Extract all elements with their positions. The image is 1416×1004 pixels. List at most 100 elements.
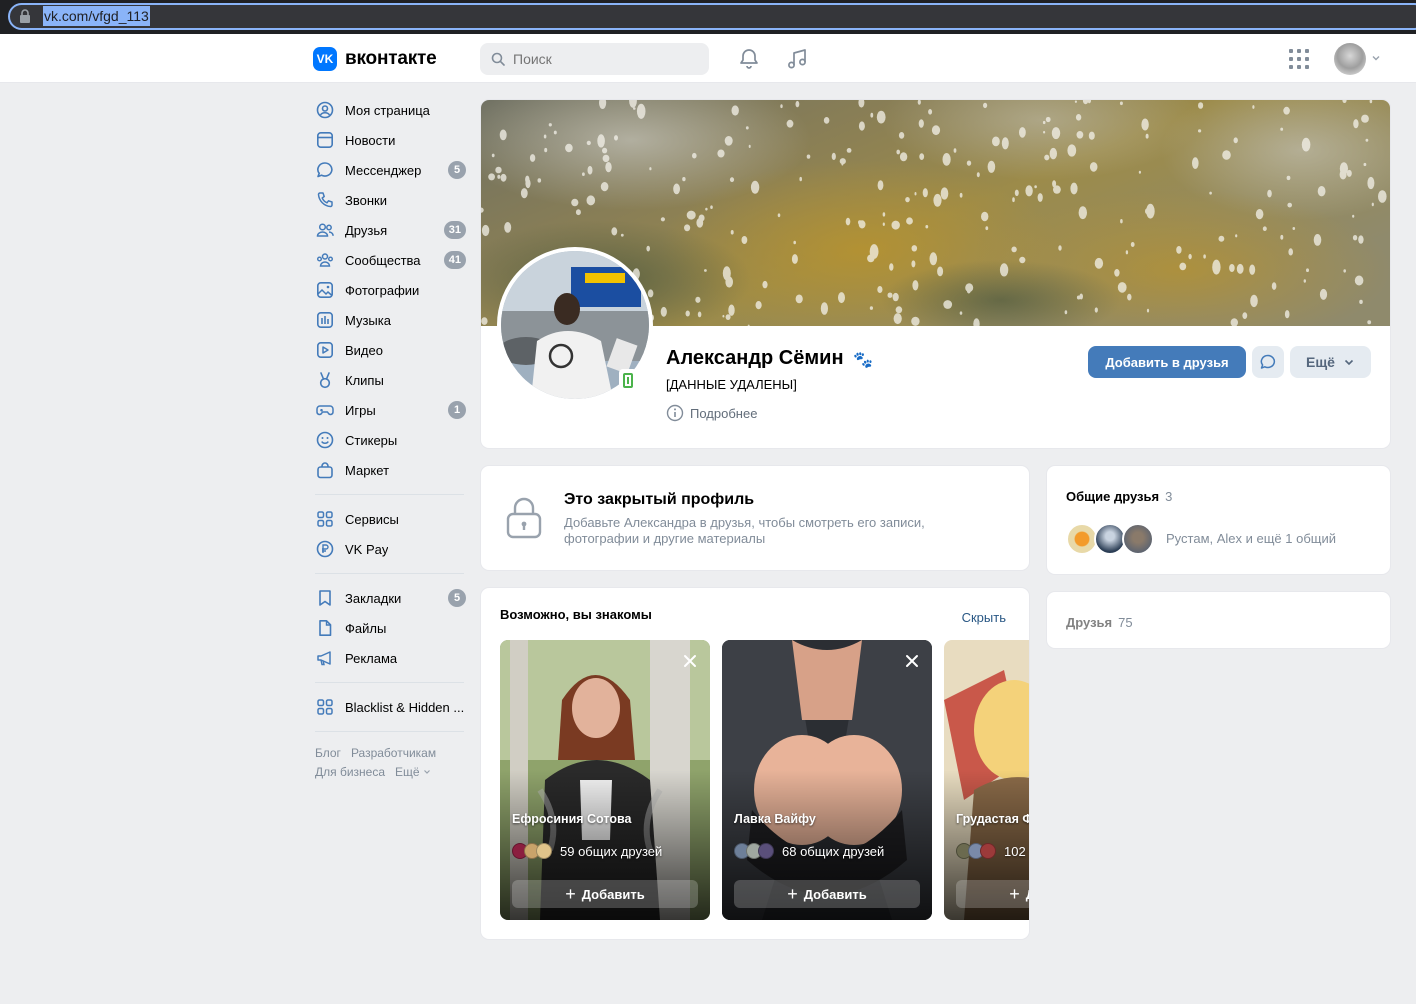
raindrop — [725, 276, 733, 288]
raindrop — [1127, 293, 1132, 301]
add-friend-button[interactable]: Добавить в друзья — [1088, 346, 1246, 378]
raindrop — [1145, 133, 1149, 139]
friends-title: Друзья — [1066, 615, 1113, 630]
suggestion-card[interactable]: Лавка Вайфу 68 общих друзей + Добавить — [722, 640, 932, 920]
phone-icon — [315, 190, 335, 210]
services-icon — [315, 697, 335, 717]
nav-label: Новости — [345, 132, 396, 148]
raindrop — [499, 129, 507, 141]
nav-item-news[interactable]: Новости — [313, 125, 473, 155]
raindrop — [705, 207, 708, 211]
raindrop — [548, 123, 552, 127]
nav-item-calls[interactable]: Звонки — [313, 185, 473, 215]
add-label: Добавить — [1026, 887, 1029, 902]
suggestion-name[interactable]: Ефросиния Сотова — [512, 812, 631, 826]
footer-link-business[interactable]: Для бизнеса — [315, 765, 385, 779]
user-avatar[interactable] — [1334, 43, 1366, 75]
message-button[interactable] — [1252, 346, 1284, 378]
nav-item-messenger[interactable]: Мессенджер 5 — [313, 155, 473, 185]
nav-item-bookmarks[interactable]: Закладки 5 — [313, 583, 473, 613]
raindrop — [1317, 186, 1326, 197]
nav-label: Маркет — [345, 462, 390, 478]
more-actions-button[interactable]: Ещё — [1290, 346, 1371, 378]
chevron-down-icon[interactable] — [1371, 53, 1381, 63]
more-info-link[interactable]: Подробнее — [666, 404, 757, 422]
footer-link-dev[interactable]: Разработчикам — [351, 746, 436, 760]
nav-item-music[interactable]: Музыка — [313, 305, 473, 335]
close-icon[interactable] — [904, 653, 920, 669]
raindrop — [943, 300, 953, 309]
mutual-friend-avatar[interactable] — [1122, 523, 1154, 555]
add-suggestion-button[interactable]: + Добавить — [512, 880, 698, 908]
mutual-friends-card[interactable]: Общие друзья 3 Рустам, Alex и ещё 1 общий — [1047, 466, 1390, 574]
nav-item-photos[interactable]: Фотографии — [313, 275, 473, 305]
raindrop — [1094, 307, 1098, 313]
megaphone-icon — [315, 648, 335, 668]
raindrop — [985, 226, 989, 231]
music-note-icon[interactable] — [785, 47, 809, 71]
nav-item-games[interactable]: Игры 1 — [313, 395, 473, 425]
nav-label: Игры — [345, 402, 376, 418]
nav-item-vkpay[interactable]: VK Pay — [313, 534, 473, 564]
nav-label: Реклама — [345, 650, 398, 666]
hide-suggestions-link[interactable]: Скрыть — [962, 610, 1006, 625]
nav-divider — [315, 494, 464, 495]
raindrop — [1088, 131, 1095, 140]
nav-item-communities[interactable]: Сообщества 41 — [313, 245, 473, 275]
nav-item-my-page[interactable]: Моя страница — [313, 95, 473, 125]
raindrop — [481, 224, 490, 237]
raindrop — [1301, 137, 1311, 152]
raindrop — [1176, 246, 1182, 254]
raindrop — [520, 188, 528, 199]
raindrop — [1313, 234, 1322, 246]
nav-item-friends[interactable]: Друзья 31 — [313, 215, 473, 245]
suggestion-name[interactable]: Грудастая Ф — [956, 812, 1029, 826]
nav-item-video[interactable]: Видео — [313, 335, 473, 365]
nav-item-blacklist[interactable]: Blacklist & Hidden ... — [313, 692, 473, 722]
apps-grid-icon[interactable] — [1289, 49, 1309, 69]
raindrop — [1212, 259, 1221, 275]
address-text[interactable]: vk.com/vfgd_113 — [43, 6, 150, 26]
footer-link-blog[interactable]: Блог — [315, 746, 341, 760]
photo-icon — [315, 280, 335, 300]
search-input[interactable] — [513, 51, 693, 67]
search-box[interactable] — [480, 43, 709, 75]
suggestion-card[interactable]: Ефросиния Сотова 59 общих друзей + Добави… — [500, 640, 710, 920]
mutual-friend-avatar — [980, 843, 996, 859]
suggestion-card[interactable]: Грудастая Ф 102 + Добавить — [944, 640, 1029, 920]
raindrop — [1306, 268, 1309, 272]
raindrop — [1252, 105, 1255, 109]
suggestion-name[interactable]: Лавка Вайфу — [734, 812, 816, 826]
raindrop — [1114, 269, 1120, 277]
raindrop — [605, 162, 612, 173]
friends-card[interactable]: Друзья 75 — [1047, 592, 1390, 648]
mutual-friends-count: 3 — [1165, 489, 1173, 504]
more-actions-label: Ещё — [1306, 354, 1335, 370]
raindrop — [1203, 254, 1206, 259]
nav-item-files[interactable]: Файлы — [313, 613, 473, 643]
nav-divider — [315, 682, 464, 683]
nav-item-ads[interactable]: Реклама — [313, 643, 473, 673]
raindrop — [929, 252, 938, 266]
address-bar[interactable] — [8, 3, 1416, 30]
vk-logo[interactable]: VK вконтакте — [313, 47, 437, 71]
mutual-friend-avatar — [536, 843, 552, 859]
bell-icon[interactable] — [737, 47, 761, 71]
raindrop — [905, 197, 910, 203]
add-suggestion-button[interactable]: + Добавить — [734, 880, 920, 908]
raindrop — [1249, 264, 1256, 275]
raindrop — [1074, 100, 1077, 103]
nav-item-market[interactable]: Маркет — [313, 455, 473, 485]
raindrop — [1271, 282, 1277, 290]
add-suggestion-button[interactable]: + Добавить — [956, 880, 1029, 908]
nav-item-stickers[interactable]: Стикеры — [313, 425, 473, 455]
footer-link-more[interactable]: Ещё — [395, 765, 431, 779]
nav-item-clips[interactable]: Клипы — [313, 365, 473, 395]
nav-item-services[interactable]: Сервисы — [313, 504, 473, 534]
raindrop — [614, 135, 618, 141]
raindrop — [500, 173, 507, 182]
close-icon[interactable] — [682, 653, 698, 669]
raindrop — [1339, 169, 1347, 180]
services-icon — [315, 509, 335, 529]
mobile-online-icon — [619, 369, 637, 391]
